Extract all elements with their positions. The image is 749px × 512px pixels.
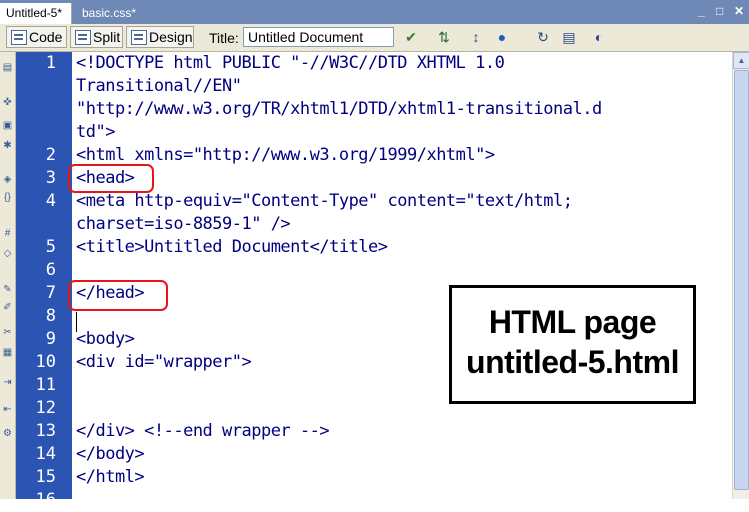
line-number-gutter: 1 2 3 4 5 6 7 8 9 10 11 12 13 14 15 16 — [16, 52, 72, 510]
split-view-icon — [75, 30, 91, 45]
close-icon[interactable]: ✕ — [734, 4, 744, 18]
line-number: 1 — [45, 53, 56, 73]
tab-untitled-5[interactable]: Untitled-5* — [0, 3, 72, 24]
line-number: 6 — [45, 260, 56, 280]
title-label: Title: — [209, 30, 239, 46]
apply-comment-icon[interactable]: ✎ — [1, 284, 14, 296]
coding-toolbar: ▤ ✜ ▣ ✱ ◈ {} # ◇ ✎ ✐ ✂ ▦ ⇥ ⇤ ⚙ — [0, 52, 16, 499]
line-number: 2 — [45, 145, 56, 165]
line-number: 11 — [35, 375, 56, 395]
annotation-callout: HTML page untitled-5.html — [449, 285, 696, 404]
indent-code-icon[interactable]: ⇥ — [1, 377, 14, 389]
select-parent-tag-icon[interactable]: ◈ — [1, 174, 14, 186]
highlight-invalid-icon[interactable]: ◇ — [1, 248, 14, 260]
code-line: charset=iso-8859-1" /> — [76, 214, 291, 234]
scroll-up-icon[interactable]: ▲ — [733, 52, 749, 69]
line-number: 12 — [35, 398, 56, 418]
collapse-tag-icon[interactable]: ✜ — [1, 97, 14, 109]
validate-markup-icon[interactable]: ✔ — [402, 28, 420, 46]
line-number: 13 — [35, 421, 56, 441]
file-management-icon[interactable]: ⇅ — [435, 28, 453, 46]
format-source-icon[interactable]: ⚙ — [1, 428, 14, 440]
code-line: </html> — [76, 467, 145, 487]
code-line: <body> — [76, 329, 135, 349]
preview-browser-icon[interactable]: ● — [493, 28, 511, 46]
recent-snippets-icon[interactable]: ▦ — [1, 347, 14, 359]
line-number: 8 — [45, 306, 56, 326]
line-numbers-icon[interactable]: # — [1, 228, 14, 240]
code-view-label: Code — [29, 29, 63, 45]
code-view-button[interactable]: Code — [6, 26, 67, 48]
outdent-code-icon[interactable]: ⇤ — [1, 404, 14, 416]
code-line: <div id="wrapper"> — [76, 352, 252, 372]
restore-icon[interactable]: □ — [716, 4, 723, 18]
line-number: 9 — [45, 329, 56, 349]
view-options-icon[interactable]: ▤ — [560, 28, 578, 46]
refresh-icon[interactable]: ↻ — [534, 28, 552, 46]
minimize-icon[interactable]: _ — [698, 4, 705, 18]
code-line: <!DOCTYPE html PUBLIC "-//W3C//DTD XHTML… — [76, 53, 505, 73]
code-editor[interactable]: <!DOCTYPE html PUBLIC "-//W3C//DTD XHTML… — [68, 52, 732, 499]
line-number: 7 — [45, 283, 56, 303]
vertical-scrollbar[interactable]: ▲ — [732, 52, 749, 499]
remove-comment-icon[interactable]: ✐ — [1, 302, 14, 314]
head-open-highlight — [68, 164, 154, 193]
code-line: Transitional//EN" — [76, 76, 242, 96]
annotation-line-1: HTML page — [488, 304, 657, 340]
upload-icon[interactable]: ↕ — [467, 28, 485, 46]
split-view-label: Split — [93, 29, 121, 45]
design-view-icon — [131, 30, 147, 45]
code-line: <meta http-equiv="Content-Type" content=… — [76, 191, 573, 211]
line-number: 5 — [45, 237, 56, 257]
design-view-label: Design — [149, 29, 193, 45]
line-number: 3 — [45, 168, 56, 188]
line-number: 10 — [35, 352, 56, 372]
document-title-input[interactable] — [243, 27, 394, 47]
code-line: td"> — [76, 122, 115, 142]
visual-aids-icon[interactable]: ◐ — [590, 28, 608, 46]
code-line: </div> <!--end wrapper --> — [76, 421, 330, 441]
tab-basic-css[interactable]: basic.css* — [76, 3, 154, 24]
document-toolbar: Code Split Design Title: ✔ ⇅ ↕ ● ↻ ▤ ◐ — [0, 24, 749, 52]
scrollbar-thumb[interactable] — [734, 70, 749, 490]
expand-all-icon[interactable]: ✱ — [1, 140, 14, 152]
head-close-highlight — [68, 280, 168, 311]
split-view-button[interactable]: Split — [70, 26, 123, 48]
balance-braces-icon[interactable]: {} — [1, 192, 14, 204]
line-number: 14 — [35, 444, 56, 464]
code-line: <title>Untitled Document</title> — [76, 237, 388, 257]
line-number: 4 — [45, 191, 56, 211]
code-line: </body> — [76, 444, 145, 464]
open-documents-icon[interactable]: ▤ — [1, 62, 14, 74]
wrap-tag-icon[interactable]: ✂ — [1, 327, 14, 339]
code-line: "http://www.w3.org/TR/xhtml1/DTD/xhtml1-… — [76, 99, 602, 119]
code-view-icon — [11, 30, 27, 45]
design-view-button[interactable]: Design — [126, 26, 194, 48]
line-number: 15 — [35, 467, 56, 487]
document-tab-bar: Untitled-5* basic.css* _ □ ✕ — [0, 0, 749, 24]
collapse-selection-icon[interactable]: ▣ — [1, 120, 14, 132]
line-number: 16 — [35, 490, 56, 510]
annotation-line-2: untitled-5.html — [466, 344, 679, 380]
